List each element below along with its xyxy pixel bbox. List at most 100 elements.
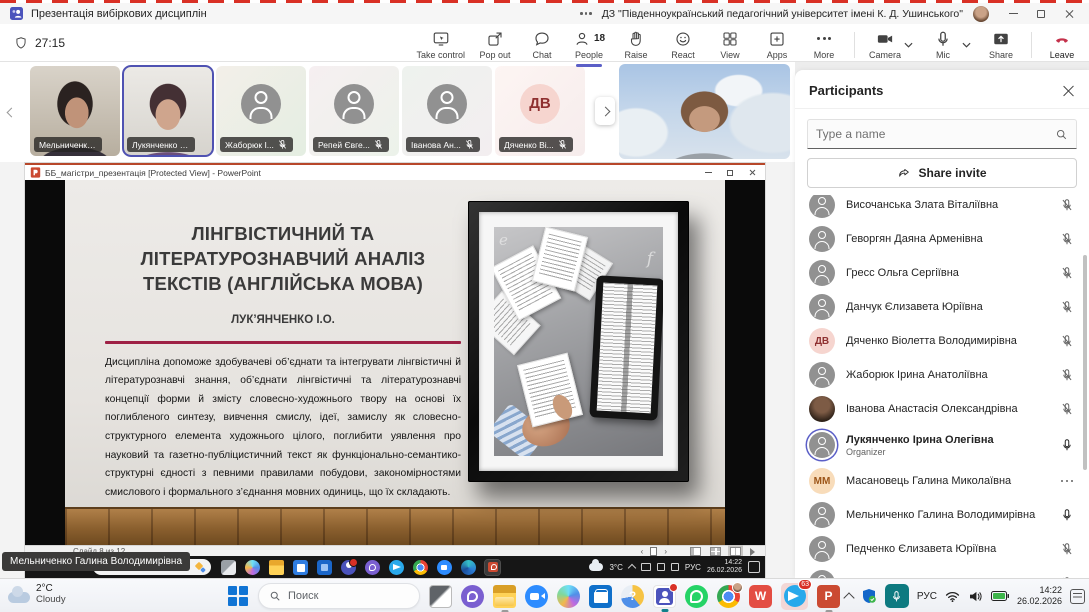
file-explorer-icon[interactable] [493, 585, 516, 608]
share-invite-button[interactable]: Share invite [807, 158, 1077, 188]
leave-button[interactable]: Leave [1045, 30, 1079, 60]
mic-muted-icon[interactable] [1060, 266, 1074, 280]
take-control-button[interactable]: Take control [416, 30, 465, 60]
share-button[interactable]: Share [984, 30, 1018, 60]
more-options-icon[interactable] [1061, 480, 1074, 483]
more-icon [817, 30, 831, 48]
mic-muted-icon[interactable] [1060, 334, 1074, 348]
video-tile[interactable]: Мельниченко Г... [30, 66, 120, 156]
pop-out-icon [486, 30, 504, 48]
participant-row[interactable]: Геворгян Даяна Арменівна [795, 222, 1089, 256]
camera-options-chevron[interactable] [904, 36, 913, 51]
task-view-button[interactable] [429, 585, 452, 608]
language-indicator[interactable]: РУС [917, 591, 937, 602]
participant-row[interactable]: Височанська Злата Віталіївна [795, 195, 1089, 222]
whatsapp-icon[interactable] [685, 585, 708, 608]
microphone-in-use-button[interactable] [885, 584, 909, 608]
participant-row[interactable]: Педченко Єлизавета Юріївна [795, 532, 1089, 566]
raise-hand-button[interactable]: Raise [619, 30, 653, 60]
participant-search-input[interactable] [816, 127, 1055, 141]
tray-expand-icon[interactable] [843, 592, 854, 603]
close-icon [1064, 9, 1074, 19]
avatar-tile[interactable]: Жаборюк І... [216, 66, 306, 156]
people-button[interactable]: 18 People [572, 30, 606, 60]
participants-header: Participants [795, 70, 1089, 109]
volume-icon[interactable] [968, 591, 983, 602]
minimize-icon [1009, 13, 1018, 14]
user-avatar[interactable] [973, 6, 989, 22]
spotlight-video-tile[interactable] [619, 64, 790, 159]
mic-muted-icon[interactable] [1060, 368, 1074, 382]
camera-button[interactable]: Camera [868, 30, 902, 60]
slide-body-text: Дисципліна допоможе здобувачеві об’єднат… [105, 354, 461, 502]
person-avatar-icon [809, 195, 835, 218]
mic-muted-icon[interactable] [1060, 300, 1074, 314]
participant-row[interactable]: Данчук Єлизавета Юріївна [795, 290, 1089, 324]
mic-muted-icon[interactable] [1060, 402, 1074, 416]
overflow-menu-icon[interactable] [580, 12, 592, 15]
filmstrip-previous-button[interactable] [3, 98, 19, 124]
wps-office-icon[interactable]: W [749, 585, 772, 608]
participant-row[interactable]: Жаборюк Ірина Анатоліївна [795, 358, 1089, 392]
remote-taskbar-icons [221, 559, 500, 575]
viber-app-icon[interactable] [461, 585, 484, 608]
participant-row[interactable]: Попова Ганна - [795, 566, 1089, 578]
person-avatar-icon [241, 84, 281, 124]
avatar-tile[interactable]: Іванова Ан... [402, 66, 492, 156]
person-avatar-icon [809, 226, 835, 252]
teams-app-icon[interactable] [653, 585, 676, 608]
avatar-tile[interactable]: Репей Євге... [309, 66, 399, 156]
mic-muted-icon[interactable] [1060, 542, 1074, 556]
maximize-button[interactable] [1027, 5, 1055, 23]
taskbar-search-input[interactable] [288, 590, 409, 602]
battery-icon[interactable] [991, 591, 1009, 601]
participant-row[interactable]: Мельниченко Галина Володимирівна [795, 498, 1089, 532]
clock[interactable]: 14:2226.02.2026 [1017, 585, 1062, 608]
apps-button[interactable]: Apps [760, 30, 794, 60]
close-button[interactable] [1055, 5, 1083, 23]
mic-muted-icon[interactable] [1060, 232, 1074, 246]
close-panel-button[interactable] [1061, 84, 1075, 98]
participant-row-organizer[interactable]: Лукянченко Ірина Олегівна Organizer [795, 426, 1089, 464]
security-shield-icon[interactable] [861, 588, 877, 604]
ppt-minimize-button [697, 166, 719, 179]
start-button[interactable] [228, 586, 249, 607]
meeting-actions: Take control Pop out Chat 18 People Rais… [416, 26, 1079, 60]
chrome-icon[interactable] [717, 585, 740, 608]
minimize-button[interactable] [999, 5, 1027, 23]
zoom-app-icon[interactable] [525, 585, 548, 608]
participant-row[interactable]: Гресс Ольга Сергіївна [795, 256, 1089, 290]
mic-options-chevron[interactable] [962, 36, 971, 51]
mic-button[interactable]: Mic [926, 30, 960, 60]
mic-muted-icon[interactable] [1060, 198, 1074, 212]
chat-button[interactable]: Chat [525, 30, 559, 60]
filmstrip-next-button[interactable] [595, 97, 615, 125]
participant-row[interactable]: ММ Масановець Галина Миколаївна [795, 464, 1089, 498]
taskbar-weather-widget[interactable]: 2°C Cloudy [8, 583, 66, 605]
participant-row[interactable]: ДВ Дяченко Віолетта Володимирівна [795, 324, 1089, 358]
taskbar-search[interactable] [258, 583, 420, 609]
copilot-icon[interactable] [557, 585, 580, 608]
participant-filmstrip: Мельниченко Г... Лукянченко Ір... Жаборю… [0, 62, 795, 162]
shared-screen[interactable]: ББ_магістри_презентація [Protected View]… [25, 163, 765, 578]
mic-on-icon[interactable] [1060, 508, 1074, 522]
view-button[interactable]: View [713, 30, 747, 60]
participant-search[interactable] [807, 119, 1077, 149]
powerpoint-app-icon[interactable]: P [817, 585, 840, 608]
wifi-icon[interactable] [945, 591, 960, 602]
telegram-icon[interactable]: 63 [781, 583, 808, 610]
microsoft-store-icon[interactable] [589, 585, 612, 608]
participant-row[interactable]: Іванова Анастасія Олександрівна [795, 392, 1089, 426]
microsoft-store-icon [293, 560, 308, 575]
video-tile-selected[interactable]: Лукянченко Ір... [123, 66, 213, 156]
help-app-icon[interactable]: ? [621, 585, 644, 608]
react-button[interactable]: React [666, 30, 700, 60]
initials-tile[interactable]: ДВ Дяченко Ві... [495, 66, 585, 156]
more-button[interactable]: More [807, 30, 841, 60]
mic-on-icon[interactable] [1060, 438, 1074, 452]
pop-out-button[interactable]: Pop out [478, 30, 512, 60]
notification-center-icon[interactable] [1070, 589, 1085, 604]
panel-scrollbar[interactable] [1083, 255, 1087, 470]
participants-panel: Participants Share invite Височанська Зл… [795, 70, 1089, 578]
leave-call-icon [1052, 30, 1072, 48]
